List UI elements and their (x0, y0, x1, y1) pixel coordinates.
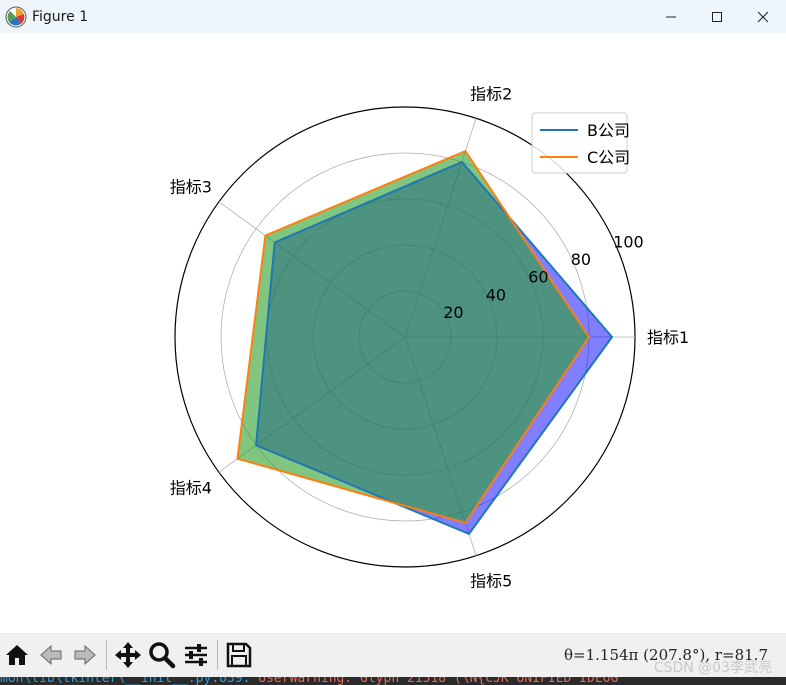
legend-label: C公司 (587, 148, 630, 167)
radial-tick-label: 40 (486, 285, 506, 304)
console-path: mon\lib\tkinter\__init__.py:839: (0, 677, 259, 685)
title-bar: Figure 1 (0, 0, 786, 33)
radial-tick-label: 60 (528, 268, 548, 287)
category-label: 指标1 (647, 328, 689, 347)
forward-icon (74, 644, 96, 666)
window-title: Figure 1 (32, 8, 89, 25)
console-output: mon\lib\tkinter\__init__.py:839: UserWar… (0, 677, 786, 685)
category-label: 指标2 (470, 85, 512, 104)
watermark: CSDN @03李武亮 (653, 660, 772, 676)
minimize-button[interactable] (648, 0, 694, 33)
category-label: 指标5 (470, 571, 512, 590)
radar-chart: 20 40 60 80 100 指标1 指标2 指标3 指标4 指标5 B公司 C公司 (170, 85, 689, 591)
forward-button[interactable] (68, 638, 102, 672)
radial-tick-label: 20 (443, 303, 463, 322)
save-icon (226, 642, 252, 668)
series-fill-2 (237, 151, 589, 523)
close-icon (757, 11, 769, 22)
home-icon (6, 645, 28, 665)
legend-label: B公司 (587, 121, 630, 140)
configure-icon (185, 644, 207, 666)
category-label: 指标4 (170, 478, 212, 497)
home-button[interactable] (0, 638, 34, 672)
minimize-icon (666, 16, 676, 17)
back-icon (40, 644, 62, 666)
radial-tick-label: 80 (571, 250, 591, 269)
maximize-icon (712, 11, 722, 22)
matplotlib-app-icon (5, 6, 27, 27)
zoom-icon (149, 642, 176, 669)
back-button[interactable] (34, 638, 68, 672)
save-button[interactable] (222, 638, 256, 672)
console-warning: UserWarning: Glyph 21518 (\N{CJK UNIFIED… (258, 677, 619, 685)
zoom-button[interactable] (145, 638, 179, 672)
pan-button[interactable] (111, 638, 145, 672)
maximize-button[interactable] (694, 0, 740, 33)
toolbar-separator (217, 640, 218, 670)
pan-icon (115, 642, 141, 668)
radial-tick-label: 100 (613, 232, 644, 251)
figure-canvas[interactable]: 20 40 60 80 100 指标1 指标2 指标3 指标4 指标5 B公司 C公司 (0, 33, 786, 633)
category-label: 指标3 (170, 178, 212, 197)
toolbar-separator (106, 640, 107, 670)
close-button[interactable] (740, 0, 786, 33)
configure-button[interactable] (179, 638, 213, 672)
